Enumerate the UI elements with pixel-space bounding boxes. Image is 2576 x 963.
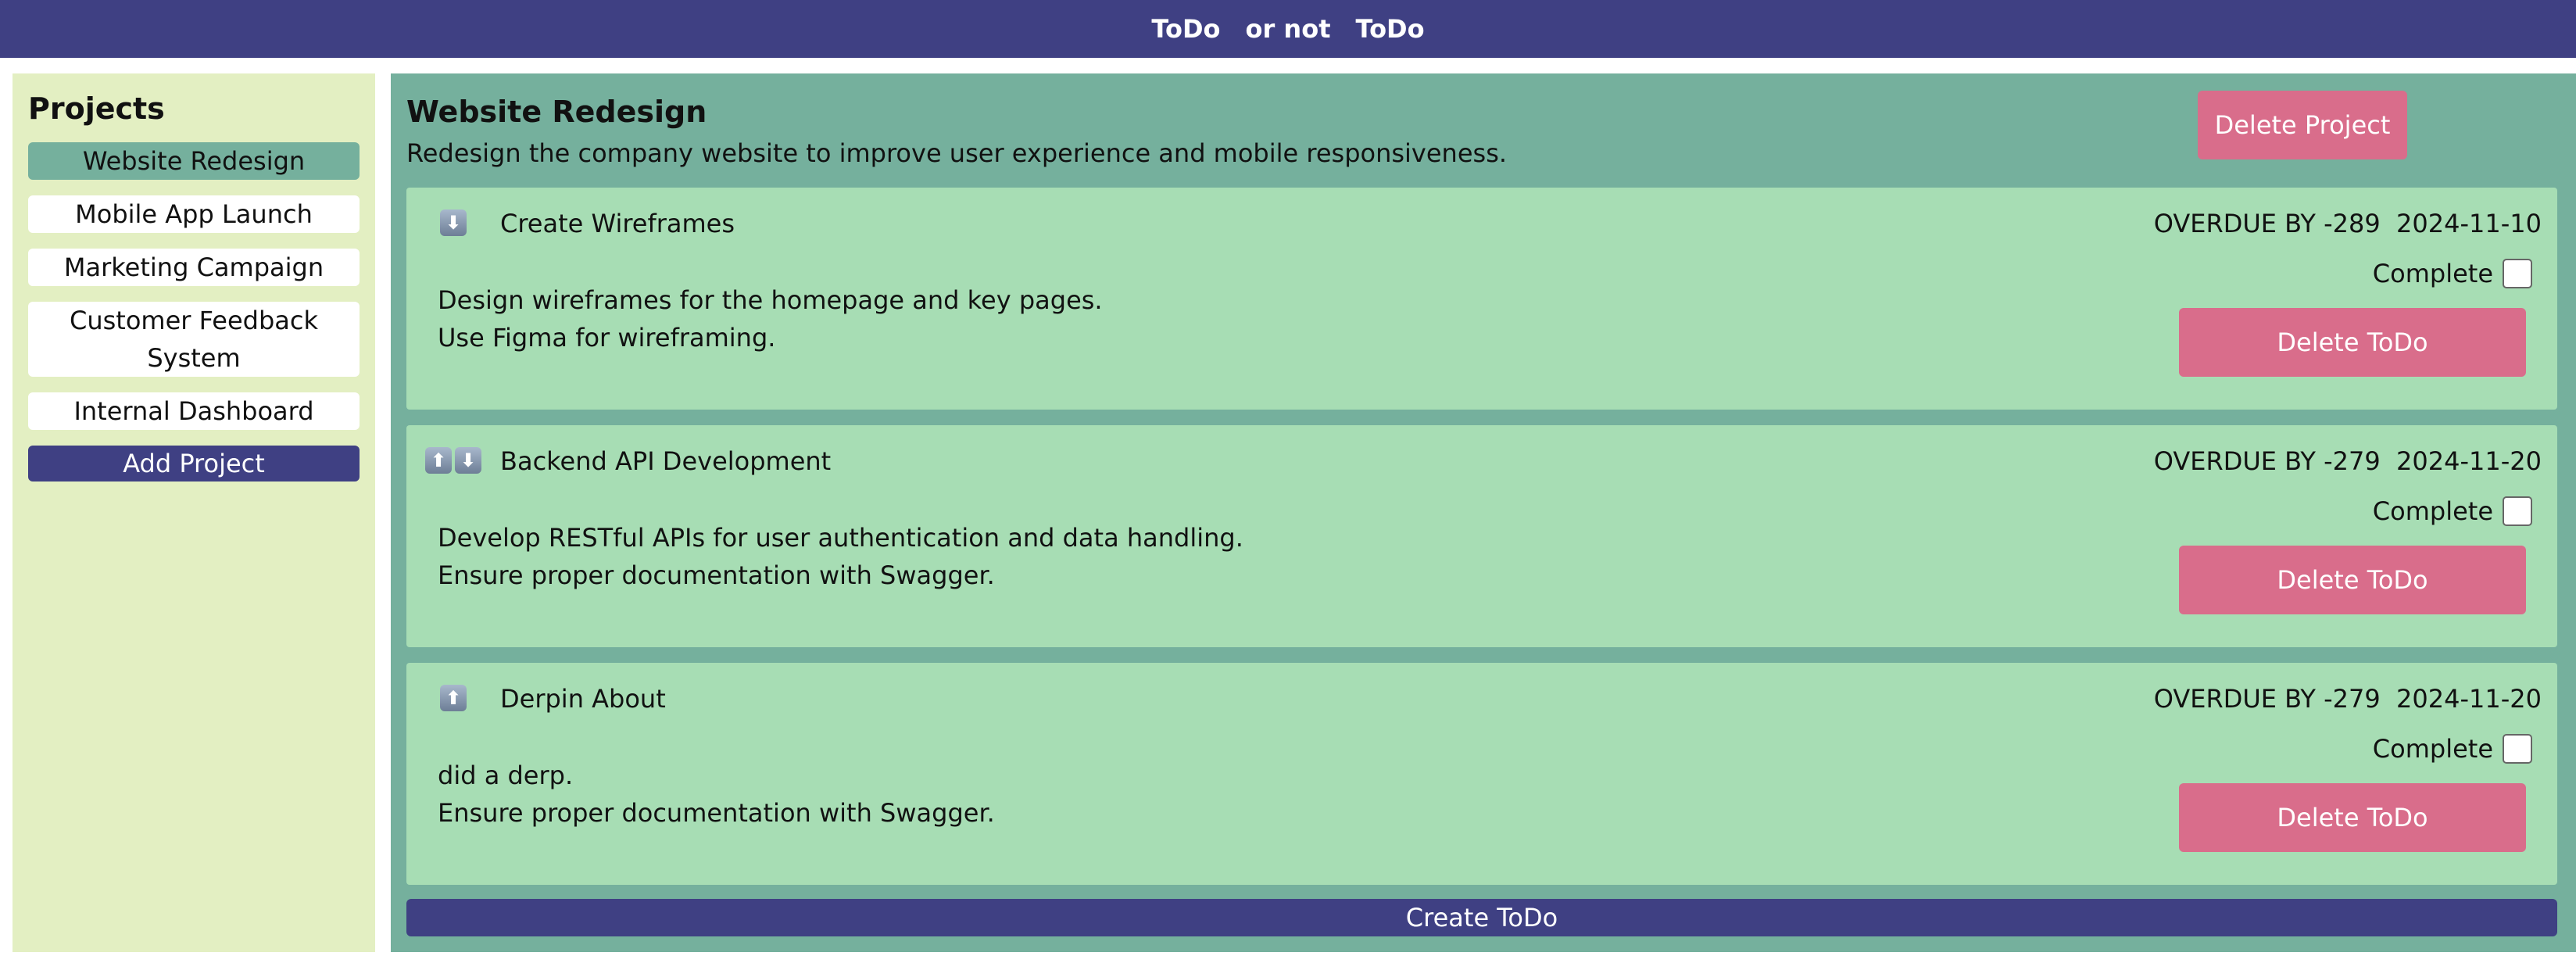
delete-project-button[interactable]: Delete Project (2198, 91, 2407, 159)
todo-description-line: Use Figma for wireframing. (438, 323, 776, 353)
sidebar-item-mobile-app-launch[interactable]: Mobile App Launch (28, 195, 360, 233)
sidebar-item-marketing-campaign[interactable]: Marketing Campaign (28, 249, 360, 286)
project-description: Redesign the company website to improve … (406, 138, 1508, 168)
todo-description-line: Ensure proper documentation with Swagger… (438, 560, 995, 590)
sidebar-heading: Projects (28, 91, 165, 126)
sidebar-item-website-redesign[interactable]: Website Redesign (28, 142, 360, 180)
todo-title: Create Wireframes (500, 209, 735, 238)
todo-title: Backend API Development (500, 446, 832, 476)
app-header: ToDo or not ToDo (0, 0, 2576, 58)
todo-title: Derpin About (500, 684, 666, 714)
complete-label: Complete (2372, 496, 2493, 526)
todo-description: Develop RESTful APIs for user authentica… (438, 519, 1243, 594)
add-project-button[interactable]: Add Project (28, 446, 360, 481)
sidebar-item-internal-dashboard[interactable]: Internal Dashboard (28, 392, 360, 430)
header-title-part: ToDo (1151, 14, 1221, 44)
down-arrow-icon[interactable]: ⬇ (440, 209, 467, 236)
header-title-part: or not (1245, 14, 1331, 44)
header-title-part: ToDo (1355, 14, 1425, 44)
up-arrow-icon[interactable]: ⬆ (425, 447, 452, 474)
todo-card: ⬇ Create Wireframes OVERDUE BY -289 2024… (406, 188, 2557, 410)
complete-checkbox[interactable] (2503, 259, 2532, 288)
delete-todo-button[interactable]: Delete ToDo (2179, 308, 2526, 377)
todo-description-line: Design wireframes for the homepage and k… (438, 285, 1103, 315)
todo-description: Design wireframes for the homepage and k… (438, 281, 1103, 356)
project-title: Website Redesign (406, 95, 707, 129)
complete-label: Complete (2372, 259, 2493, 288)
complete-toggle: Complete (2373, 494, 2532, 528)
todo-description-line: did a derp. (438, 761, 574, 790)
todo-description-line: Develop RESTful APIs for user authentica… (438, 523, 1243, 553)
reorder-controls: ⬆ (422, 685, 485, 716)
todo-card: ⬆ ⬇ Backend API Development OVERDUE BY -… (406, 425, 2557, 647)
project-panel: Website Redesign Redesign the company we… (391, 73, 2576, 952)
todo-description: did a derp. Ensure proper documentation … (438, 757, 995, 832)
create-todo-button[interactable]: Create ToDo (406, 899, 2557, 936)
reorder-controls: ⬆ ⬇ (422, 447, 485, 478)
reorder-controls: ⬇ (422, 209, 485, 241)
complete-checkbox[interactable] (2503, 734, 2532, 764)
delete-todo-button[interactable]: Delete ToDo (2179, 783, 2526, 852)
todo-due-status: OVERDUE BY -279 2024-11-20 (2153, 684, 2542, 714)
todo-card: ⬆ Derpin About OVERDUE BY -279 2024-11-2… (406, 663, 2557, 885)
todo-due-status: OVERDUE BY -289 2024-11-10 (2153, 209, 2542, 238)
projects-sidebar: Projects Website Redesign Mobile App Lau… (13, 73, 375, 952)
complete-toggle: Complete (2373, 732, 2532, 766)
complete-toggle: Complete (2373, 256, 2532, 291)
todo-due-status: OVERDUE BY -279 2024-11-20 (2153, 446, 2542, 476)
delete-todo-button[interactable]: Delete ToDo (2179, 546, 2526, 614)
sidebar-item-customer-feedback-system[interactable]: Customer Feedback System (28, 302, 360, 377)
complete-label: Complete (2372, 734, 2493, 764)
complete-checkbox[interactable] (2503, 496, 2532, 526)
todo-description-line: Ensure proper documentation with Swagger… (438, 798, 995, 828)
down-arrow-icon[interactable]: ⬇ (455, 447, 481, 474)
up-arrow-icon[interactable]: ⬆ (440, 685, 467, 711)
